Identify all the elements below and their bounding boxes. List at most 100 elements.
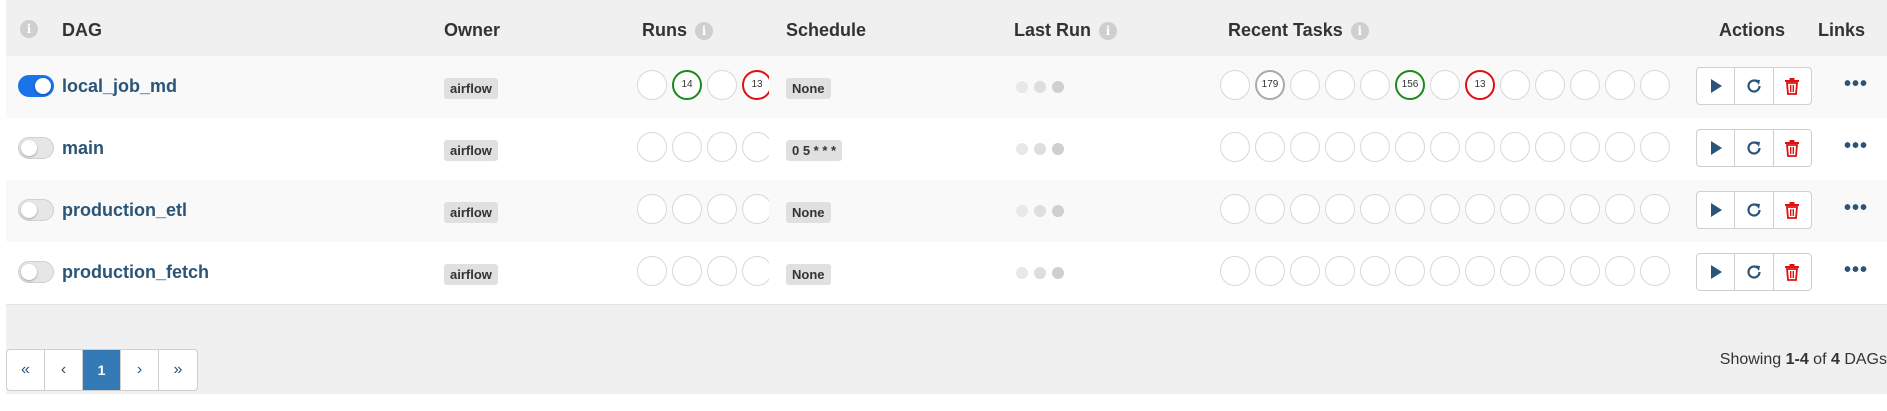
task-state-circle[interactable] — [1535, 70, 1565, 100]
links-menu-button[interactable]: ••• — [1844, 73, 1868, 96]
task-state-circle[interactable] — [1255, 194, 1285, 224]
dag-pause-toggle[interactable] — [18, 137, 54, 159]
run-state-circle[interactable] — [742, 194, 769, 224]
task-state-circle[interactable] — [1570, 256, 1600, 286]
task-state-circle[interactable] — [1360, 194, 1390, 224]
task-state-circle[interactable] — [1430, 132, 1460, 162]
run-state-circle[interactable]: 14 — [672, 70, 702, 100]
task-state-circle[interactable] — [1535, 256, 1565, 286]
task-state-circle[interactable] — [1465, 194, 1495, 224]
task-state-circle[interactable] — [1290, 132, 1320, 162]
task-state-circle[interactable] — [1605, 70, 1635, 100]
page-next-button[interactable]: › — [121, 350, 159, 390]
task-state-circle[interactable] — [1430, 70, 1460, 100]
dag-name-link[interactable]: production_etl — [62, 200, 187, 221]
task-state-circle[interactable] — [1325, 194, 1355, 224]
task-state-circle[interactable] — [1360, 256, 1390, 286]
task-state-circle[interactable] — [1640, 194, 1670, 224]
header-dag[interactable]: DAG — [62, 20, 102, 41]
run-state-circle[interactable] — [672, 194, 702, 224]
task-state-circle[interactable] — [1570, 132, 1600, 162]
task-state-circle[interactable] — [1325, 256, 1355, 286]
task-state-circle[interactable] — [1360, 132, 1390, 162]
dag-pause-toggle[interactable] — [18, 261, 54, 283]
task-state-circle[interactable] — [1395, 132, 1425, 162]
trigger-dag-button[interactable] — [1697, 130, 1736, 166]
task-state-circle[interactable] — [1325, 70, 1355, 100]
delete-dag-button[interactable] — [1774, 192, 1811, 228]
trigger-dag-button[interactable] — [1697, 254, 1736, 290]
run-state-circle[interactable] — [637, 70, 667, 100]
trigger-dag-button[interactable] — [1697, 192, 1736, 228]
header-owner[interactable]: Owner — [444, 20, 500, 41]
task-state-circle[interactable] — [1500, 70, 1530, 100]
page-first-button[interactable]: « — [7, 350, 45, 390]
task-state-circle[interactable] — [1535, 194, 1565, 224]
task-state-circle[interactable] — [1325, 132, 1355, 162]
run-state-circle[interactable] — [742, 256, 769, 286]
task-state-circle[interactable] — [1605, 132, 1635, 162]
task-state-circle[interactable]: 13 — [1465, 70, 1495, 100]
task-state-circle[interactable] — [1640, 256, 1670, 286]
trigger-dag-button[interactable] — [1697, 68, 1736, 104]
run-state-circle[interactable] — [637, 256, 667, 286]
task-state-circle[interactable] — [1395, 256, 1425, 286]
task-state-circle[interactable] — [1290, 256, 1320, 286]
run-state-circle[interactable] — [637, 132, 667, 162]
task-state-circle[interactable] — [1290, 194, 1320, 224]
task-state-circle[interactable] — [1290, 70, 1320, 100]
refresh-dag-button[interactable] — [1735, 68, 1774, 104]
links-menu-button[interactable]: ••• — [1844, 197, 1868, 220]
delete-dag-button[interactable] — [1774, 254, 1811, 290]
task-state-circle[interactable] — [1220, 194, 1250, 224]
links-menu-button[interactable]: ••• — [1844, 135, 1868, 158]
run-state-circle[interactable] — [672, 132, 702, 162]
task-state-circle[interactable] — [1255, 132, 1285, 162]
task-state-circle[interactable] — [1220, 132, 1250, 162]
dag-name-link[interactable]: production_fetch — [62, 262, 209, 283]
run-state-circle[interactable] — [637, 194, 667, 224]
dag-name-link[interactable]: local_job_md — [62, 76, 177, 97]
info-icon[interactable]: i — [20, 20, 38, 38]
delete-dag-button[interactable] — [1774, 130, 1811, 166]
task-state-circle[interactable] — [1255, 256, 1285, 286]
task-state-circle[interactable] — [1430, 194, 1460, 224]
page-current-button[interactable]: 1 — [83, 350, 121, 390]
task-state-circle[interactable] — [1535, 132, 1565, 162]
task-state-circle[interactable]: 179 — [1255, 70, 1285, 100]
last-run-info-icon[interactable]: i — [1099, 21, 1118, 40]
delete-dag-button[interactable] — [1774, 68, 1811, 104]
dag-pause-toggle[interactable] — [18, 75, 54, 97]
task-state-circle[interactable] — [1220, 70, 1250, 100]
links-menu-button[interactable]: ••• — [1844, 259, 1868, 282]
run-state-circle[interactable] — [707, 194, 737, 224]
task-state-circle[interactable] — [1430, 256, 1460, 286]
run-state-circle[interactable] — [742, 132, 769, 162]
refresh-dag-button[interactable] — [1735, 254, 1774, 290]
task-state-circle[interactable] — [1500, 194, 1530, 224]
task-state-circle[interactable]: 156 — [1395, 70, 1425, 100]
page-last-button[interactable]: » — [159, 350, 197, 390]
task-state-circle[interactable] — [1605, 256, 1635, 286]
task-state-circle[interactable] — [1570, 70, 1600, 100]
dag-pause-toggle[interactable] — [18, 199, 54, 221]
run-state-circle[interactable] — [707, 70, 737, 100]
recent-tasks-info-icon[interactable]: i — [1350, 21, 1369, 40]
task-state-circle[interactable] — [1640, 70, 1670, 100]
header-schedule[interactable]: Schedule — [786, 20, 866, 41]
run-state-circle[interactable] — [672, 256, 702, 286]
task-state-circle[interactable] — [1220, 256, 1250, 286]
task-state-circle[interactable] — [1500, 256, 1530, 286]
task-state-circle[interactable] — [1570, 194, 1600, 224]
run-state-circle[interactable] — [707, 256, 737, 286]
task-state-circle[interactable] — [1605, 194, 1635, 224]
task-state-circle[interactable] — [1395, 194, 1425, 224]
task-state-circle[interactable] — [1465, 132, 1495, 162]
task-state-circle[interactable] — [1500, 132, 1530, 162]
run-state-circle[interactable] — [707, 132, 737, 162]
runs-info-icon[interactable]: i — [695, 21, 713, 40]
dag-name-link[interactable]: main — [62, 138, 104, 159]
task-state-circle[interactable] — [1640, 132, 1670, 162]
task-state-circle[interactable] — [1465, 256, 1495, 286]
refresh-dag-button[interactable] — [1735, 192, 1774, 228]
